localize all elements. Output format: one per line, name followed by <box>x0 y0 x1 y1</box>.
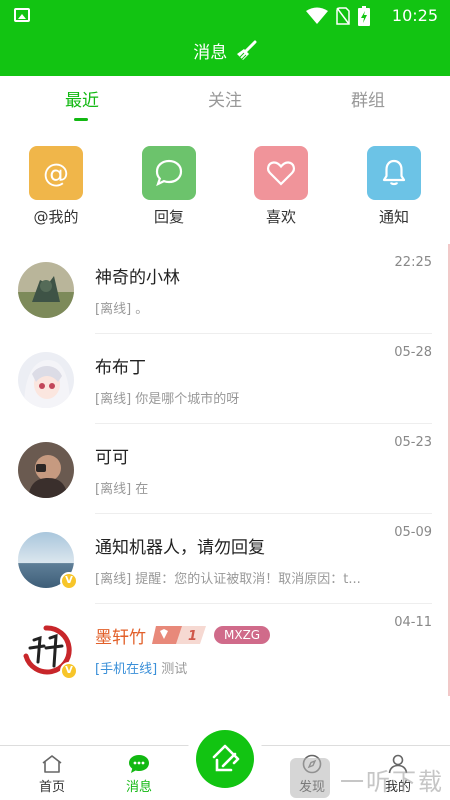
quick-action-label: 喜欢 <box>265 208 296 226</box>
active-tab-indicator <box>74 118 88 121</box>
contact-name: 神奇的小林 <box>95 268 180 288</box>
battery-charging-icon <box>358 6 370 26</box>
contact-name: 布布丁 <box>95 358 146 378</box>
user-tag-badge: MXZG <box>214 626 271 644</box>
verified-badge-icon: V <box>60 572 78 590</box>
page-title: 消息 <box>0 38 450 63</box>
nav-home[interactable]: 首页 <box>12 754 92 795</box>
tab-groups[interactable]: 群组 <box>318 86 418 111</box>
conversation-row[interactable]: V 墨轩竹 1 MXZG 04-11 [手机在线] 测试 <box>0 604 450 694</box>
avatar <box>18 262 74 318</box>
avatar <box>18 352 74 408</box>
status-bar: 10:25 <box>0 0 450 32</box>
message-time: 05-28 <box>394 345 432 360</box>
conversation-row[interactable]: V 通知机器人，请勿回复 05-09 [离线] 提醒：您的认证被取消！取消原因：… <box>0 514 450 604</box>
online-status: [手机在线] <box>95 662 158 677</box>
chat-bubble-icon <box>142 146 196 200</box>
image-notification-icon <box>14 8 30 22</box>
contact-name: 通知机器人，请勿回复 <box>95 538 265 558</box>
message-preview: [离线] 提醒：您的认证被取消！取消原因：t... <box>95 572 361 587</box>
conversation-row[interactable]: 可可 05-23 [离线] 在 <box>0 424 450 514</box>
nav-messages[interactable]: 消息 <box>99 754 179 795</box>
wifi-icon <box>306 7 328 24</box>
home-icon <box>42 755 62 773</box>
status-time: 10:25 <box>391 6 438 25</box>
clear-broom-icon[interactable] <box>235 40 257 62</box>
conversation-list: 神奇的小林 22:25 [离线] 。 布布丁 05-28 [离线] 你是哪个城市… <box>0 244 450 704</box>
conversation-row[interactable]: 布布丁 05-28 [离线] 你是哪个城市的呀 <box>0 334 450 424</box>
verified-badge-icon: V <box>60 662 78 680</box>
vip-level: 1 <box>188 629 197 644</box>
avatar <box>18 442 74 498</box>
contact-name: 墨轩竹 <box>95 628 146 648</box>
status-icons <box>306 6 370 26</box>
quick-action-label: @我的 <box>33 208 79 226</box>
quick-action-notifications[interactable]: 通知 <box>354 146 434 227</box>
quick-actions: @ @我的 回复 喜欢 通知 <box>0 146 450 226</box>
svg-text:@: @ <box>43 159 69 189</box>
message-preview: [离线] 在 <box>95 482 149 497</box>
message-time: 04-11 <box>394 615 432 630</box>
watermark-logo-icon <box>290 758 330 798</box>
page-title-text: 消息 <box>193 43 228 63</box>
app-header: 10:25 消息 <box>0 0 450 76</box>
compose-button-wrap <box>186 720 264 798</box>
watermark: 一听下载 <box>288 758 450 798</box>
conversation-row[interactable]: 神奇的小林 22:25 [离线] 。 <box>0 244 450 334</box>
message-time: 22:25 <box>394 255 432 270</box>
tab-recent[interactable]: 最近 <box>32 86 132 111</box>
quick-action-replies[interactable]: 回复 <box>129 146 209 227</box>
message-preview: [离线] 你是哪个城市的呀 <box>95 392 240 407</box>
no-sim-icon <box>336 7 350 25</box>
quick-action-label: 回复 <box>153 208 184 226</box>
message-preview-text: 测试 <box>161 662 188 677</box>
vip-level-badge-icon: 1 <box>152 626 206 644</box>
message-tabs: 最近 关注 群组 <box>0 76 450 126</box>
compose-button[interactable] <box>196 730 254 788</box>
message-preview: [离线] 。 <box>95 302 149 317</box>
quick-action-label: 通知 <box>378 208 409 226</box>
quick-action-likes[interactable]: 喜欢 <box>241 146 321 227</box>
at-icon: @ <box>29 146 83 200</box>
quick-action-mentions[interactable]: @ @我的 <box>16 146 96 227</box>
edit-pencil-icon <box>212 744 240 772</box>
tab-following[interactable]: 关注 <box>175 86 275 111</box>
message-time: 05-09 <box>394 525 432 540</box>
contact-name: 可可 <box>95 448 129 468</box>
bell-icon <box>367 146 421 200</box>
heart-icon <box>254 146 308 200</box>
nav-label: 消息 <box>125 780 152 795</box>
message-icon <box>129 755 149 773</box>
nav-label: 首页 <box>38 780 65 795</box>
message-preview: [手机在线] 测试 <box>95 658 375 677</box>
watermark-text: 一听下载 <box>340 768 444 796</box>
message-time: 05-23 <box>394 435 432 450</box>
